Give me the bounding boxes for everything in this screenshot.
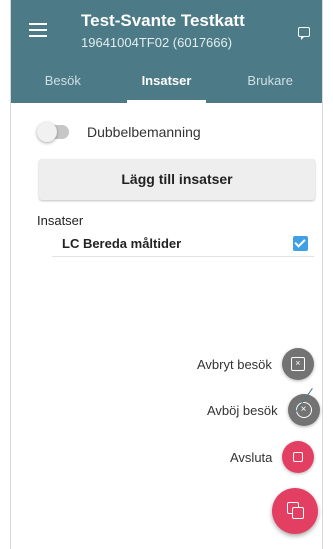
- circle-x-icon: ×: [295, 402, 312, 418]
- stop-icon: [293, 452, 304, 462]
- calendar-x-icon: ×: [290, 357, 305, 371]
- avboj-besok-label[interactable]: Avböj besök: [207, 403, 278, 418]
- avsluta-label[interactable]: Avsluta: [230, 450, 272, 465]
- avbryt-besok-button[interactable]: ×: [281, 348, 314, 380]
- page-subtitle: 19641004TF02 (6017666): [81, 35, 233, 50]
- toggle-label: Dubbelbemanning: [87, 124, 201, 140]
- fab-item-avbryt: Avbryt besök ×: [197, 348, 314, 380]
- app-bar: Test-Svante Testkatt 19641004TF02 (60176…: [11, 0, 322, 103]
- avsluta-button[interactable]: [282, 441, 315, 473]
- dubbelbemanning-row: Dubbelbemanning: [37, 122, 201, 142]
- insats-label: LC Bereda måltider: [62, 236, 182, 251]
- phone-screen: Test-Svante Testkatt 19641004TF02 (60176…: [10, 0, 323, 549]
- page-title: Test-Svante Testkatt: [81, 11, 245, 30]
- dubbelbemanning-toggle[interactable]: [37, 122, 69, 142]
- tab-insatser[interactable]: Insatser: [115, 70, 219, 103]
- list-item[interactable]: LC Bereda måltider: [52, 231, 314, 257]
- copy-icon: [287, 502, 304, 519]
- fab-item-avsluta: Avsluta: [230, 441, 315, 473]
- main-fab-button[interactable]: [272, 488, 318, 534]
- tab-besok[interactable]: Besök: [11, 70, 115, 103]
- tab-brukare[interactable]: Brukare: [218, 70, 322, 103]
- avbryt-besok-label[interactable]: Avbryt besök: [197, 357, 272, 372]
- insatser-section-title: Insatser: [37, 213, 84, 228]
- fab-item-avboj: Avböj besök ×: [207, 394, 320, 426]
- insats-checkbox[interactable]: [293, 236, 308, 251]
- chat-icon[interactable]: [298, 27, 310, 40]
- tab-bar: Besök Insatser Brukare: [11, 70, 322, 103]
- toggle-knob: [37, 122, 57, 142]
- add-insatser-button[interactable]: Lägg till insatser: [39, 159, 315, 200]
- hamburger-menu-icon[interactable]: [29, 23, 47, 37]
